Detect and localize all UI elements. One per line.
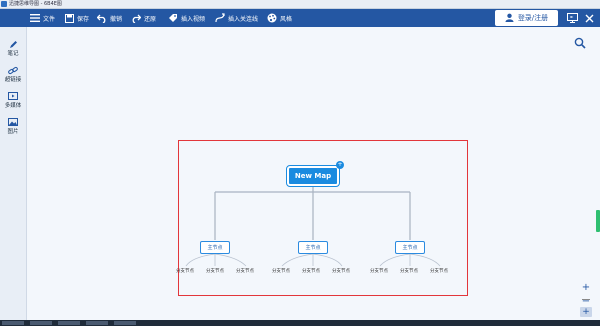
branch-node[interactable]: 分支节点 (236, 268, 254, 274)
branch-node[interactable]: 分支节点 (176, 268, 194, 274)
branch-node[interactable]: 分支节点 (302, 268, 320, 274)
side-panel-toggle[interactable] (596, 210, 600, 232)
main-node[interactable]: 主节点 (298, 241, 328, 254)
taskbar-app[interactable] (30, 321, 52, 325)
taskbar-app[interactable] (86, 321, 108, 325)
branch-node[interactable]: 分支节点 (370, 268, 388, 274)
taskbar-app[interactable] (114, 321, 136, 325)
zoom-in-button[interactable]: + (580, 283, 592, 293)
root-node[interactable]: New Map (286, 165, 340, 187)
main-node[interactable]: 主节点 (395, 241, 425, 254)
add-child-button[interactable]: + (336, 161, 344, 169)
main-node[interactable]: 主节点 (200, 241, 230, 254)
branch-node[interactable]: 分支节点 (272, 268, 290, 274)
os-taskbar (0, 320, 600, 326)
branch-node[interactable]: 分支节点 (332, 268, 350, 274)
branch-node[interactable]: 分支节点 (430, 268, 448, 274)
taskbar-app[interactable] (58, 321, 80, 325)
branch-node[interactable]: 分支节点 (400, 268, 418, 274)
zoom-fit-button[interactable]: + (580, 307, 592, 317)
zoom-out-button[interactable]: − (580, 297, 592, 307)
taskbar-app[interactable] (2, 321, 24, 325)
branch-node[interactable]: 分支节点 (206, 268, 224, 274)
